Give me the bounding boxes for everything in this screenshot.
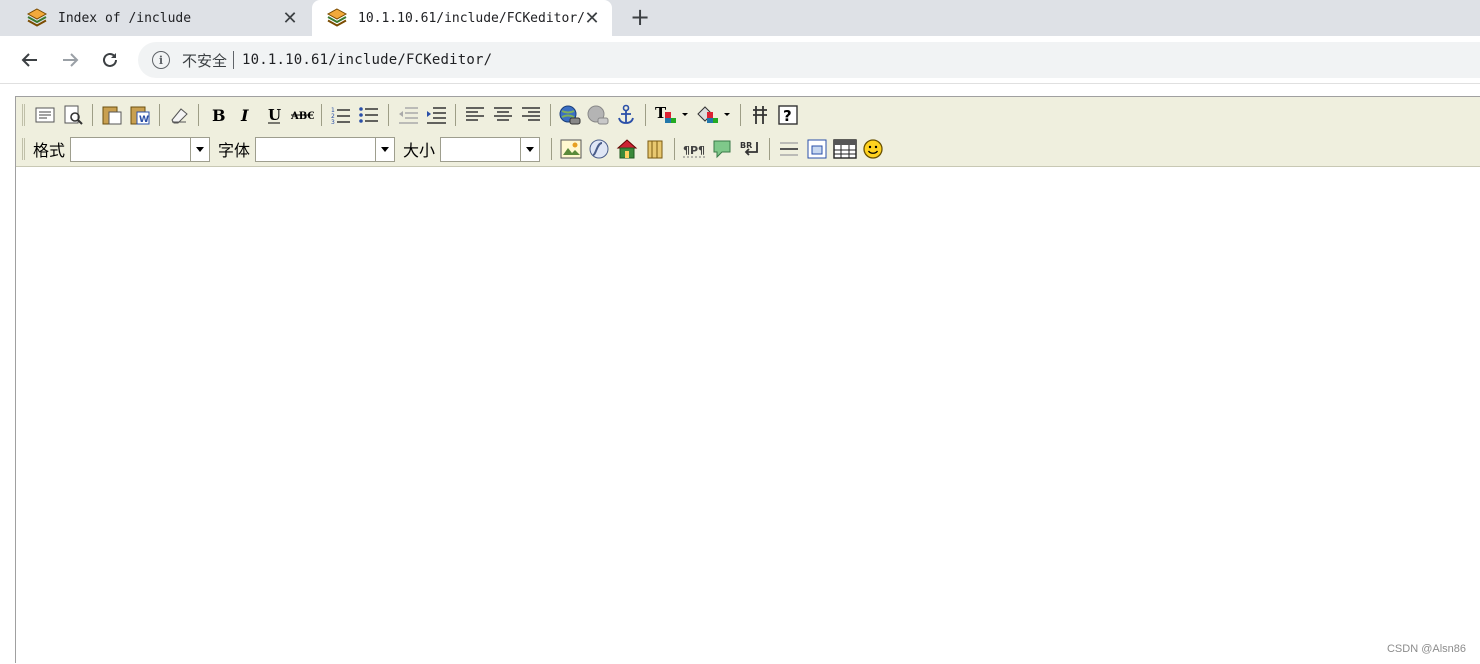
link-icon[interactable] (556, 101, 584, 129)
toolbar-separator (388, 104, 389, 126)
size-select-value (441, 138, 520, 161)
close-icon[interactable]: ✕ (280, 8, 300, 28)
fckeditor: W B I U ABC 123 T (15, 96, 1480, 663)
align-left-icon[interactable] (461, 101, 489, 129)
font-select-value (256, 138, 375, 161)
bold-icon[interactable]: B (204, 101, 232, 129)
toolbar-separator (321, 104, 322, 126)
toolbar-separator (551, 138, 552, 160)
info-icon[interactable]: i (152, 51, 170, 69)
toolbar-row-2: 格式 字体 大小 ¶P¶ BR (16, 132, 887, 166)
italic-icon[interactable]: I (232, 101, 260, 129)
address-bar[interactable]: i 不安全 10.1.10.61/include/FCKeditor/ (138, 42, 1480, 78)
url-text[interactable]: 10.1.10.61/include/FCKeditor/ (242, 52, 492, 68)
table-icon[interactable] (831, 135, 859, 163)
svg-text:ABC: ABC (290, 111, 314, 122)
image-icon[interactable] (557, 135, 585, 163)
unordered-list-icon[interactable] (355, 101, 383, 129)
size-label: 大小 (403, 137, 435, 161)
format-select-value (71, 138, 190, 161)
reload-icon (100, 50, 120, 70)
anchor-icon[interactable] (612, 101, 640, 129)
about-icon[interactable]: ? (774, 101, 802, 129)
chevron-down-icon[interactable] (190, 138, 209, 161)
font-label: 字体 (218, 137, 250, 161)
align-right-icon[interactable] (517, 101, 545, 129)
strikethrough-icon[interactable]: ABC (288, 101, 316, 129)
paste-icon[interactable] (98, 101, 126, 129)
source-icon[interactable] (31, 101, 59, 129)
watermark: CSDN @Alsn86 (1387, 643, 1466, 655)
toolbar-grip (22, 104, 25, 126)
tab-title: 10.1.10.61/include/FCKeditor/ (358, 11, 585, 26)
svg-text:3: 3 (331, 119, 335, 125)
format-select[interactable] (70, 137, 210, 162)
toolbar-separator (674, 138, 675, 160)
toolbar-separator (645, 104, 646, 126)
show-blocks-icon[interactable] (746, 101, 774, 129)
size-select[interactable] (440, 137, 540, 162)
indent-icon[interactable] (422, 101, 450, 129)
editor-toolbar: W B I U ABC 123 T (16, 97, 1480, 167)
insert-template-icon[interactable] (613, 135, 641, 163)
svg-text:¶P¶: ¶P¶ (683, 144, 705, 157)
chevron-down-icon[interactable] (520, 138, 539, 161)
svg-text:W: W (139, 115, 149, 125)
comment-icon[interactable] (708, 135, 736, 163)
unlink-icon[interactable] (584, 101, 612, 129)
divider (233, 51, 234, 69)
tab-index-of-include[interactable]: Index of /include ✕ (0, 0, 310, 36)
layered-stack-icon (326, 7, 348, 29)
toolbar-grip (22, 138, 25, 160)
ordered-list-icon[interactable]: 123 (327, 101, 355, 129)
horizontal-rule-icon[interactable] (775, 135, 803, 163)
close-icon[interactable]: ✕ (582, 8, 602, 28)
remove-format-icon[interactable] (165, 101, 193, 129)
forward-button[interactable] (56, 46, 84, 74)
reload-button[interactable] (96, 46, 124, 74)
outdent-icon[interactable] (394, 101, 422, 129)
svg-text:I: I (240, 106, 249, 124)
toolbar-row-1: W B I U ABC 123 T (16, 98, 802, 132)
security-label[interactable]: 不安全 (182, 50, 227, 71)
smiley-icon[interactable] (859, 135, 887, 163)
toolbar-separator (198, 104, 199, 126)
toolbar-separator (740, 104, 741, 126)
svg-text:B: B (212, 106, 226, 124)
paste-word-icon[interactable]: W (126, 101, 154, 129)
chevron-down-icon[interactable] (375, 138, 394, 161)
layered-stack-icon (26, 7, 48, 29)
svg-text:?: ? (783, 107, 792, 125)
toolbar-separator (769, 138, 770, 160)
text-color-icon[interactable]: T (651, 101, 693, 129)
align-center-icon[interactable] (489, 101, 517, 129)
page-break-icon[interactable]: ¶P¶ (680, 135, 708, 163)
tab-fckeditor[interactable]: 10.1.10.61/include/FCKeditor/ ✕ (312, 0, 612, 36)
back-button[interactable] (16, 46, 44, 74)
toolbar-separator (455, 104, 456, 126)
svg-text:U: U (268, 106, 281, 124)
bg-color-icon[interactable] (693, 101, 735, 129)
iframe-icon[interactable] (803, 135, 831, 163)
navigation-bar: i 不安全 10.1.10.61/include/FCKeditor/ (0, 36, 1480, 84)
new-tab-button[interactable]: + (626, 3, 654, 31)
svg-text:BR: BR (740, 141, 752, 150)
editor-content-area[interactable] (16, 168, 1480, 664)
tab-strip: Index of /include ✕ 10.1.10.61/include/F… (0, 0, 1480, 36)
toolbar-separator (550, 104, 551, 126)
format-label: 格式 (33, 137, 65, 161)
preview-icon[interactable] (59, 101, 87, 129)
tab-title: Index of /include (58, 11, 191, 26)
arrow-right-icon (60, 50, 80, 70)
toolbar-separator (92, 104, 93, 126)
font-select[interactable] (255, 137, 395, 162)
line-break-icon[interactable]: BR (736, 135, 764, 163)
special-char-icon[interactable] (641, 135, 669, 163)
underline-icon[interactable]: U (260, 101, 288, 129)
flash-icon[interactable] (585, 135, 613, 163)
toolbar-separator (159, 104, 160, 126)
arrow-left-icon (20, 50, 40, 70)
